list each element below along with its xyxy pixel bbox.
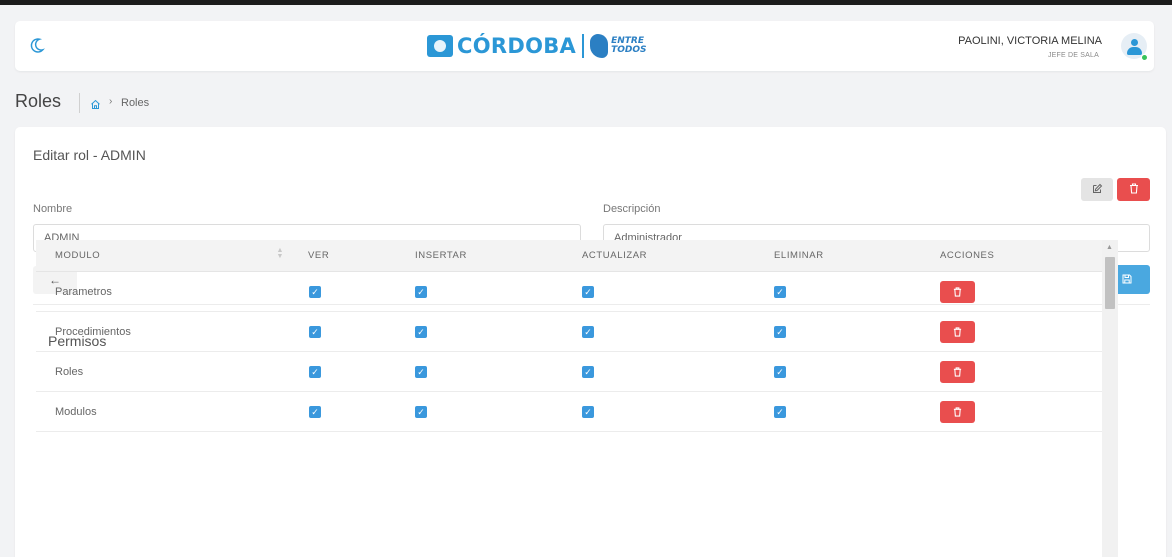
insertar-checkbox[interactable]: ✓ <box>415 405 427 418</box>
delete-row-button[interactable] <box>940 280 975 303</box>
save-icon <box>1122 274 1132 284</box>
descripcion-label: Descripción <box>603 203 661 215</box>
moon-icon[interactable] <box>27 35 47 55</box>
table-scrollbar[interactable]: ▲ <box>1102 240 1118 557</box>
trash-icon <box>953 406 962 417</box>
province-map-icon <box>590 34 609 58</box>
table-header: MODULO ▲ ▼ VER INSERTAR ACTUALIZAR ELIMIN… <box>36 240 1102 272</box>
column-header-actualizar: ACTUALIZAR <box>582 250 648 261</box>
breadcrumb-separator: › <box>109 96 113 107</box>
ver-checkbox[interactable]: ✓ <box>309 405 321 418</box>
table-row: Parametros ✓ ✓ ✓ ✓ <box>36 272 1102 312</box>
cordoba-logo: CÓRDOBA ENTRE TODOS <box>427 33 646 59</box>
table-row: Roles ✓ ✓ ✓ ✓ <box>36 352 1102 392</box>
actualizar-checkbox[interactable]: ✓ <box>582 285 594 298</box>
eliminar-checkbox[interactable]: ✓ <box>774 405 786 418</box>
scroll-up-arrow-icon[interactable]: ▲ <box>1106 244 1113 251</box>
edit-icon <box>1092 183 1102 193</box>
trash-icon <box>953 366 962 377</box>
ver-checkbox[interactable]: ✓ <box>309 325 321 338</box>
trash-icon <box>953 326 962 337</box>
cordoba-seal-icon <box>427 35 453 57</box>
delete-role-button[interactable] <box>1117 178 1150 201</box>
avatar-head <box>1131 39 1138 46</box>
table-row: Modulos ✓ ✓ ✓ ✓ <box>36 392 1102 432</box>
column-header-ver: VER <box>308 250 330 261</box>
user-name[interactable]: PAOLINI, VICTORIA MELINA <box>958 35 1102 47</box>
eliminar-checkbox[interactable]: ✓ <box>774 365 786 378</box>
top-border <box>0 0 1172 5</box>
insertar-checkbox[interactable]: ✓ <box>415 365 427 378</box>
insertar-checkbox[interactable]: ✓ <box>415 325 427 338</box>
logo-text: CÓRDOBA <box>457 34 577 58</box>
scrollbar-thumb[interactable] <box>1105 257 1115 309</box>
column-header-acciones: ACCIONES <box>940 250 995 261</box>
card-title: Editar rol - ADMIN <box>33 147 146 163</box>
title-separator <box>79 93 80 113</box>
table-row: Procedimientos ✓ ✓ ✓ ✓ <box>36 312 1102 352</box>
edit-button[interactable] <box>1081 178 1113 201</box>
home-icon[interactable] <box>90 97 101 109</box>
trash-icon <box>953 286 962 297</box>
actualizar-checkbox[interactable]: ✓ <box>582 405 594 418</box>
logo-tagline-line-2: TODOS <box>611 45 647 55</box>
column-header-insertar: INSERTAR <box>415 250 467 261</box>
ver-checkbox[interactable]: ✓ <box>309 285 321 298</box>
page-title: Roles <box>15 91 62 111</box>
modulo-cell: Procedimientos <box>55 325 131 338</box>
modulo-cell: Roles <box>55 365 84 378</box>
sort-icon: ▲ ▼ <box>276 247 284 260</box>
breadcrumb-roles[interactable]: Roles <box>121 97 149 109</box>
eliminar-checkbox[interactable]: ✓ <box>774 285 786 298</box>
column-header-eliminar: ELIMINAR <box>774 250 824 261</box>
top-header: CÓRDOBA ENTRE TODOS PAOLINI, VICTORIA ME… <box>15 21 1154 71</box>
actualizar-checkbox[interactable]: ✓ <box>582 325 594 338</box>
delete-row-button[interactable] <box>940 320 975 343</box>
insertar-checkbox[interactable]: ✓ <box>415 285 427 298</box>
avatar-body <box>1127 47 1142 55</box>
eliminar-checkbox[interactable]: ✓ <box>774 325 786 338</box>
user-role: JEFE DE SALA <box>1047 52 1099 59</box>
delete-row-button[interactable] <box>940 360 975 383</box>
modulo-cell: Parametros <box>55 285 112 298</box>
permissions-table: MODULO ▲ ▼ VER INSERTAR ACTUALIZAR ELIMIN… <box>36 240 1102 432</box>
modulo-cell: Modulos <box>55 405 97 418</box>
delete-row-button[interactable] <box>940 400 975 423</box>
column-header-modulo[interactable]: MODULO ▲ ▼ <box>36 247 302 261</box>
nombre-label: Nombre <box>33 203 73 215</box>
logo-tagline: ENTRE TODOS <box>611 37 646 55</box>
actualizar-checkbox[interactable]: ✓ <box>582 365 594 378</box>
trash-icon <box>1129 183 1138 194</box>
online-status-dot <box>1141 54 1148 61</box>
logo-divider <box>582 34 585 58</box>
column-header-modulo-label: MODULO <box>55 250 101 261</box>
ver-checkbox[interactable]: ✓ <box>309 365 321 378</box>
